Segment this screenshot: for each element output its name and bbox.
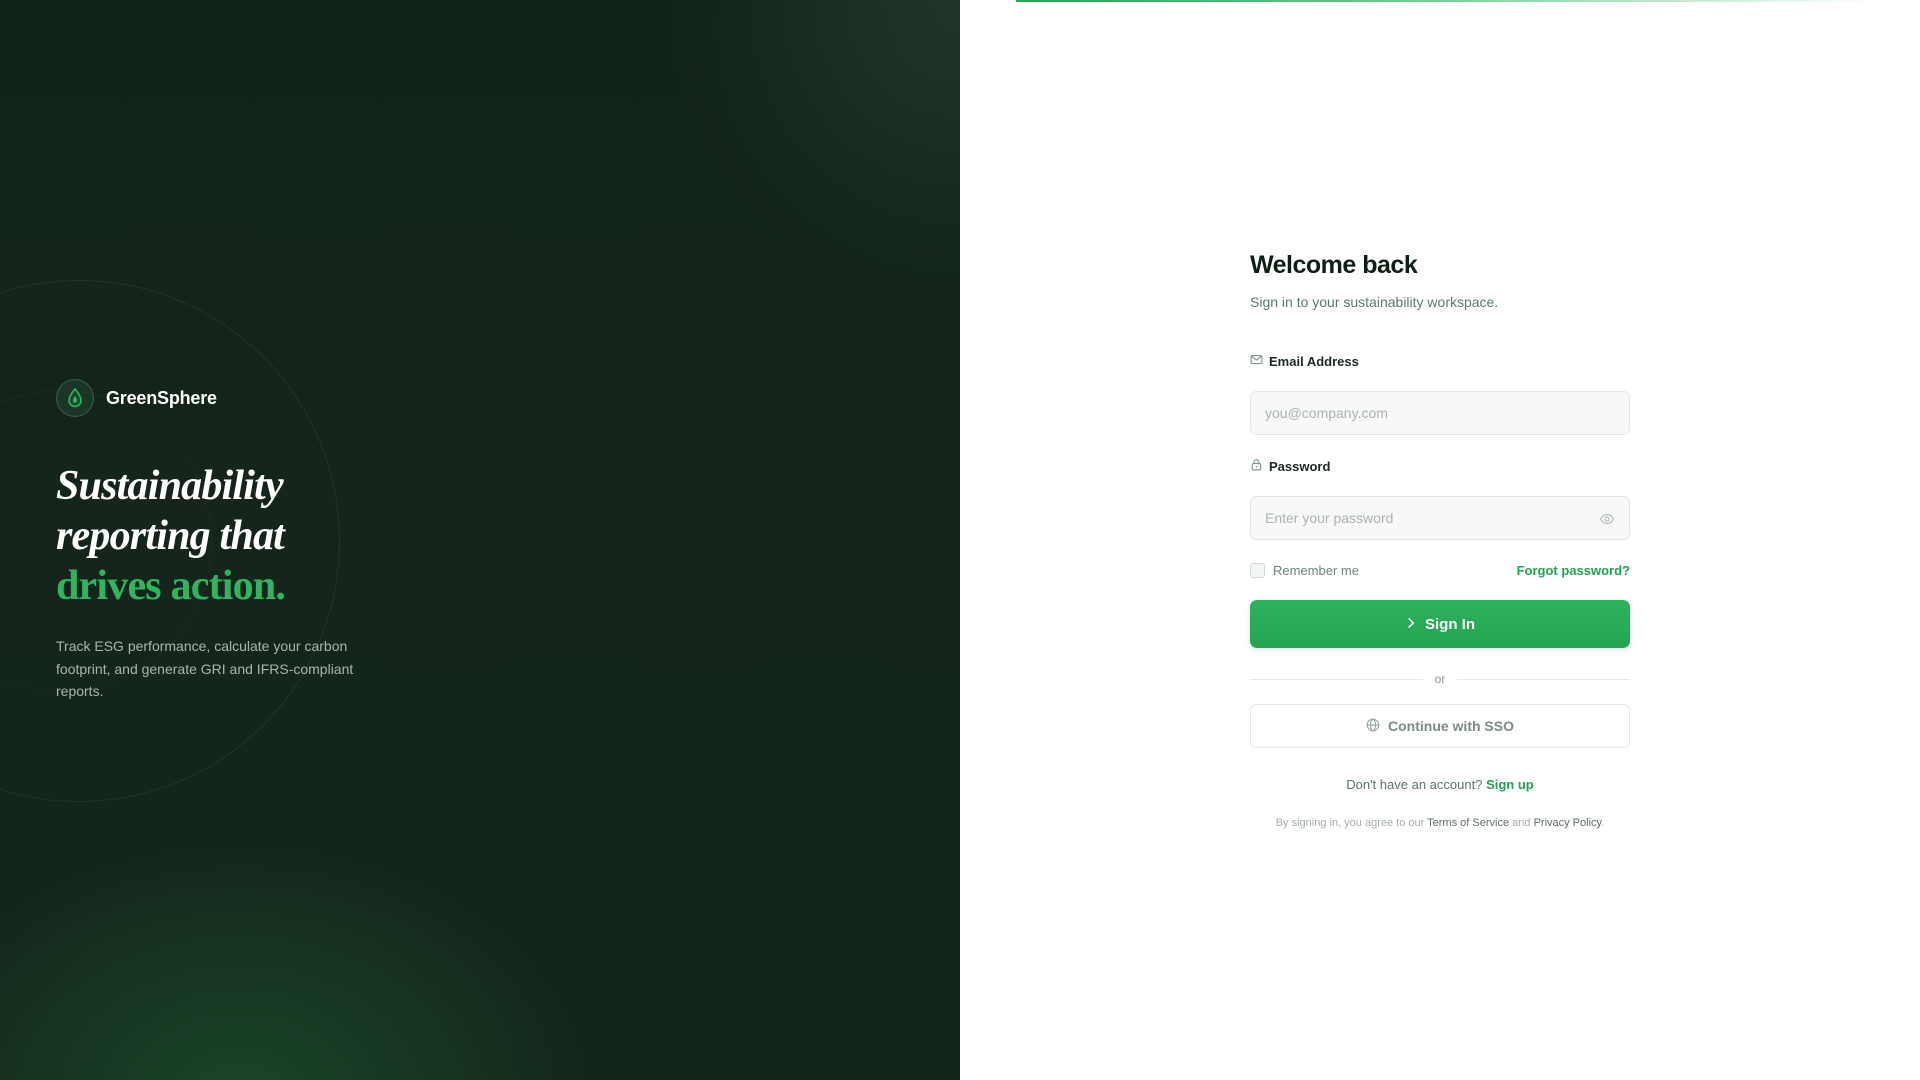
email-label-text: Email Address	[1269, 353, 1359, 369]
brand-description: Track ESG performance, calculate your ca…	[56, 638, 354, 699]
login-page: GreenSphere Sustainability reporting tha…	[0, 0, 1920, 1080]
terms-suffix: .	[1601, 817, 1605, 829]
brand-headline: Sustainability reporting that drives act…	[56, 461, 386, 611]
globe-icon	[1366, 718, 1380, 735]
password-label-text: Password	[1269, 458, 1331, 474]
email-field[interactable]	[1251, 392, 1629, 434]
brand-content: GreenSphere Sustainability reporting tha…	[56, 379, 386, 703]
divider-line-right	[1457, 678, 1631, 680]
lock-icon	[1250, 458, 1263, 474]
top-accent-line	[1016, 0, 1876, 2]
brand-panel: GreenSphere Sustainability reporting tha…	[0, 0, 960, 1080]
headline-accent: drives action.	[56, 563, 286, 609]
privacy-policy-link[interactable]: Privacy Policy	[1534, 817, 1602, 829]
signin-button-label: Sign In	[1425, 615, 1475, 633]
password-field[interactable]	[1251, 497, 1629, 539]
brand-logo-row: GreenSphere	[56, 379, 386, 417]
terms-of-service-link[interactable]: Terms of Service	[1427, 817, 1509, 829]
signin-panel: Welcome back Sign in to your sustainabil…	[960, 0, 1920, 1080]
terms-and: and	[1512, 817, 1531, 829]
remember-me[interactable]: Remember me	[1250, 562, 1359, 578]
divider-line-left	[1250, 678, 1423, 680]
leaf-drop-icon	[56, 379, 94, 417]
sso-button[interactable]: Continue with SSO	[1250, 704, 1630, 748]
terms-prefix: By signing in, you agree to our	[1275, 817, 1425, 829]
chevron-right-icon	[1405, 616, 1417, 633]
divider-label: or	[1434, 672, 1446, 686]
brand-name: GreenSphere	[106, 387, 217, 408]
signup-prompt-text: Don't have an account?	[1346, 777, 1483, 792]
signin-button[interactable]: Sign In	[1250, 600, 1630, 648]
signin-options: Remember me Forgot password?	[1250, 560, 1630, 580]
forgot-password-link[interactable]: Forgot password?	[1517, 563, 1630, 578]
eye-icon[interactable]	[1599, 511, 1615, 527]
headline-line-1: Sustainability	[56, 463, 284, 509]
email-label: Email Address	[1250, 352, 1630, 370]
signup-link[interactable]: Sign up	[1486, 777, 1534, 792]
page-subtitle: Sign in to your sustainability workspace…	[1250, 294, 1499, 310]
password-field-wrap	[1250, 496, 1630, 540]
headline-line-2: reporting that	[56, 513, 285, 559]
signup-prompt: Don't have an account? Sign up	[1250, 777, 1630, 795]
remember-me-label: Remember me	[1273, 562, 1359, 578]
password-label: Password	[1250, 457, 1630, 475]
page-title: Welcome back	[1250, 251, 1418, 279]
remember-me-checkbox[interactable]	[1250, 562, 1265, 578]
signin-form: Welcome back Sign in to your sustainabil…	[1250, 248, 1631, 831]
sso-button-label: Continue with SSO	[1388, 718, 1514, 734]
terms-notice: By signing in, you agree to our Terms of…	[1250, 817, 1630, 831]
or-divider: or	[1250, 671, 1631, 687]
email-field-wrap	[1250, 391, 1630, 435]
mail-icon	[1250, 353, 1263, 369]
